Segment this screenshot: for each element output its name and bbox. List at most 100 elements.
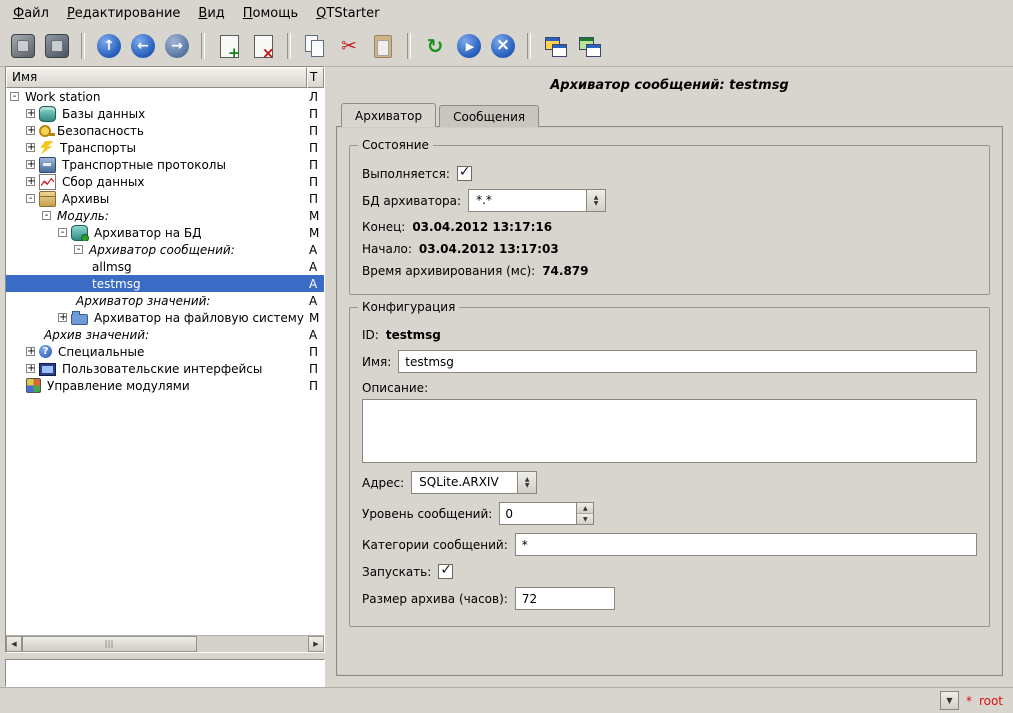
tree-row[interactable]: Архиватор на файловую системуМ bbox=[6, 309, 324, 326]
running-checkbox[interactable] bbox=[457, 166, 472, 181]
stop-button[interactable] bbox=[486, 29, 520, 63]
cut-item-button[interactable] bbox=[332, 29, 366, 63]
collapse-expander-icon[interactable] bbox=[26, 194, 35, 203]
tree-row[interactable]: Work stationЛ bbox=[6, 88, 324, 105]
to-start-checkbox[interactable] bbox=[438, 564, 453, 579]
current-user[interactable]: root bbox=[979, 694, 1003, 708]
collapse-expander-icon[interactable] bbox=[74, 245, 83, 254]
archiver-db-combobox[interactable]: *.* bbox=[468, 189, 606, 212]
tree-row[interactable]: Архиватор на БДМ bbox=[6, 224, 324, 241]
tab-messages[interactable]: Сообщения bbox=[439, 105, 539, 127]
tree-row[interactable]: ТранспортыП bbox=[6, 139, 324, 156]
tree-item-type: А bbox=[307, 294, 324, 308]
tree-row[interactable]: Архиватор значений:А bbox=[6, 292, 324, 309]
up-button[interactable] bbox=[92, 29, 126, 63]
back-button[interactable] bbox=[126, 29, 160, 63]
scroll-right-arrow-icon[interactable]: ▶ bbox=[308, 636, 324, 652]
scrollbar-thumb[interactable] bbox=[22, 636, 197, 652]
expand-expander-icon[interactable] bbox=[58, 313, 67, 322]
tree-item-type: П bbox=[307, 175, 324, 189]
transports-icon bbox=[39, 141, 54, 155]
qtcfg-starter-button[interactable] bbox=[538, 29, 572, 63]
expand-expander-icon[interactable] bbox=[26, 177, 35, 186]
tree-header-type[interactable]: Т bbox=[307, 67, 324, 88]
scroll-left-arrow-icon[interactable]: ◀ bbox=[6, 636, 22, 652]
delete-item-button[interactable] bbox=[246, 29, 280, 63]
menu-item-1[interactable]: Файл bbox=[4, 2, 58, 25]
tree-row[interactable]: АрхивыП bbox=[6, 190, 324, 207]
menu-item-4[interactable]: Помощь bbox=[234, 2, 307, 25]
add-item-button[interactable] bbox=[212, 29, 246, 63]
tree-row[interactable]: СпециальныеП bbox=[6, 343, 324, 360]
expand-expander-icon[interactable] bbox=[26, 143, 35, 152]
page-title: Архиватор сообщений: testmsg bbox=[331, 78, 1008, 93]
menu-item-5[interactable]: QTStarter bbox=[307, 2, 388, 25]
message-level-input[interactable] bbox=[500, 503, 576, 524]
tree-filter-input[interactable] bbox=[5, 659, 325, 687]
state-group: Состояние Выполняется: БД архиватора: *.… bbox=[349, 145, 990, 295]
spin-buttons[interactable]: ▲ ▼ bbox=[576, 503, 593, 524]
forward-arrow-icon bbox=[165, 34, 189, 58]
save-to-db-button[interactable] bbox=[40, 29, 74, 63]
name-input[interactable] bbox=[398, 350, 977, 373]
tree-row[interactable]: Базы данныхП bbox=[6, 105, 324, 122]
tree-row[interactable]: Пользовательские интерфейсы П bbox=[6, 360, 324, 377]
collapse-expander-icon[interactable] bbox=[58, 228, 67, 237]
config-group-legend: Конфигурация bbox=[358, 300, 459, 314]
menu-item-3[interactable]: Вид bbox=[189, 2, 233, 25]
horizontal-scrollbar[interactable]: ◀ ▶ bbox=[6, 635, 324, 652]
databases-icon bbox=[39, 106, 56, 122]
tree-item-label: Пользовательские интерфейсы bbox=[60, 362, 264, 376]
menu-bar: ФайлРедактированиеВидПомощьQTStarter bbox=[0, 0, 1013, 26]
toolbar-separator bbox=[81, 33, 85, 59]
tree-row[interactable]: Транспортные протоколыП bbox=[6, 156, 324, 173]
tree-row[interactable]: Сбор данныхП bbox=[6, 173, 324, 190]
tree-item-label: Безопасность bbox=[55, 124, 146, 138]
db-archiver-icon bbox=[71, 225, 88, 241]
start-button[interactable] bbox=[452, 29, 486, 63]
expand-expander-icon[interactable] bbox=[26, 347, 35, 356]
tree-row[interactable]: Управление модулямиП bbox=[6, 377, 324, 394]
expand-expander-icon[interactable] bbox=[26, 126, 35, 135]
tab-archiver[interactable]: Архиватор bbox=[341, 103, 436, 127]
up-arrow-icon bbox=[97, 34, 121, 58]
toolbar-separator bbox=[527, 33, 531, 59]
menu-item-2[interactable]: Редактирование bbox=[58, 2, 189, 25]
tree-item-type: П bbox=[307, 362, 324, 376]
paste-item-button[interactable] bbox=[366, 29, 400, 63]
tree-header: Имя Т bbox=[6, 67, 324, 88]
expand-expander-icon[interactable] bbox=[26, 160, 35, 169]
spin-up-icon[interactable]: ▲ bbox=[577, 503, 593, 514]
forward-button[interactable] bbox=[160, 29, 194, 63]
expand-expander-icon[interactable] bbox=[26, 109, 35, 118]
tree-item-type: М bbox=[307, 311, 324, 325]
load-from-db-button[interactable] bbox=[6, 29, 40, 63]
tree-row[interactable]: БезопасностьП bbox=[6, 122, 324, 139]
combo-arrows-icon[interactable] bbox=[586, 190, 605, 211]
tree-row[interactable]: testmsgА bbox=[6, 275, 324, 292]
copy-item-button[interactable] bbox=[298, 29, 332, 63]
tree-row[interactable]: Архив значений:А bbox=[6, 326, 324, 343]
archive-size-input[interactable] bbox=[515, 587, 615, 610]
tree-row[interactable]: Архиватор сообщений:А bbox=[6, 241, 324, 258]
message-categories-input[interactable] bbox=[515, 533, 977, 556]
combo-arrows-icon[interactable] bbox=[517, 472, 536, 493]
address-combobox[interactable]: SQLite.ARXIV bbox=[411, 471, 537, 494]
vision-starter-button[interactable] bbox=[572, 29, 606, 63]
spin-down-icon[interactable]: ▼ bbox=[577, 514, 593, 524]
expand-expander-icon[interactable] bbox=[26, 364, 35, 373]
description-textarea[interactable] bbox=[362, 399, 977, 463]
tree-row[interactable]: allmsgА bbox=[6, 258, 324, 275]
end-label: Конец: bbox=[362, 220, 405, 234]
tree-row[interactable]: Модуль:М bbox=[6, 207, 324, 224]
user-combo-arrow-icon[interactable] bbox=[940, 691, 959, 710]
scrollbar-track[interactable] bbox=[197, 636, 308, 652]
begin-label: Начало: bbox=[362, 242, 412, 256]
address-value: SQLite.ARXIV bbox=[412, 472, 517, 493]
collapse-expander-icon[interactable] bbox=[10, 92, 19, 101]
name-label: Имя: bbox=[362, 355, 391, 369]
tree-header-name[interactable]: Имя bbox=[6, 67, 307, 88]
refresh-button[interactable] bbox=[418, 29, 452, 63]
collapse-expander-icon[interactable] bbox=[42, 211, 51, 220]
message-level-spinbox[interactable]: ▲ ▼ bbox=[499, 502, 594, 525]
